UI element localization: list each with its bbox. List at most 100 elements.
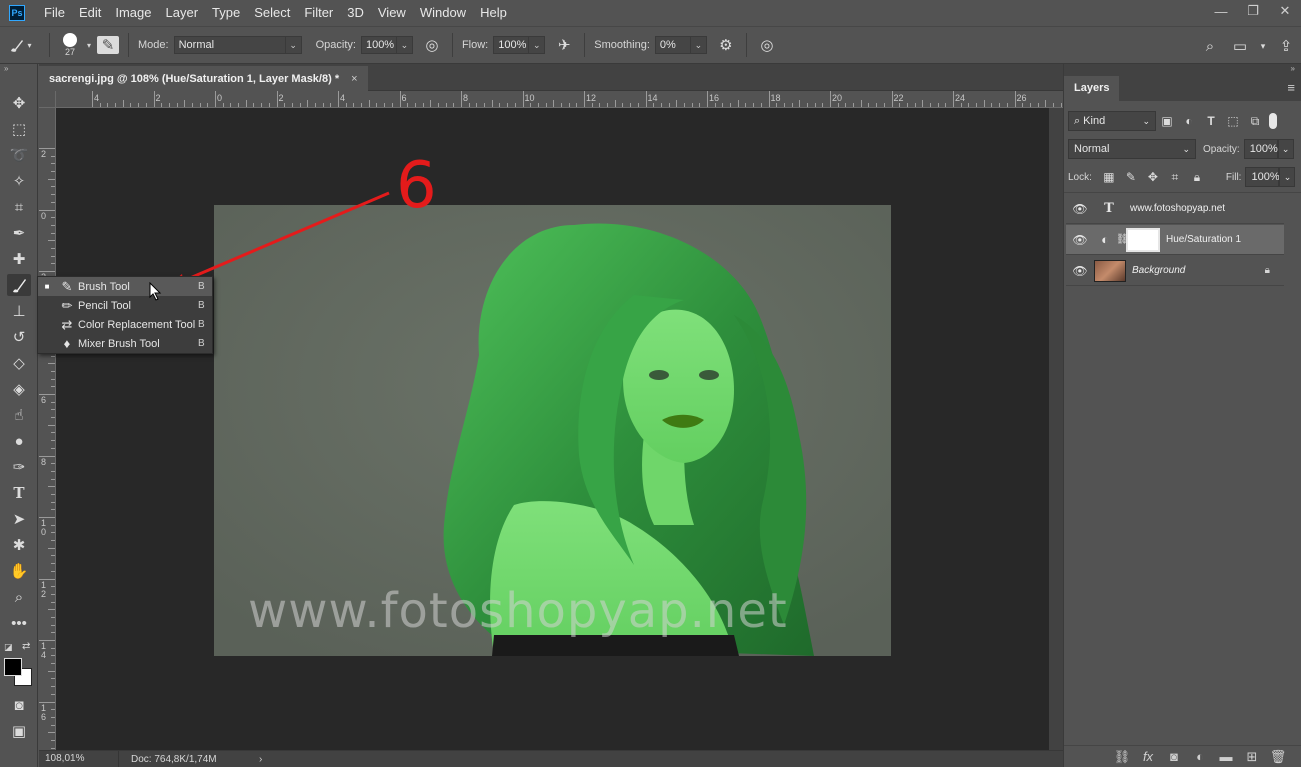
mask-link-icon[interactable]: ⛓: [1116, 234, 1129, 245]
lock-artboard-icon[interactable]: ⌗: [1164, 170, 1186, 185]
flyout-brush-tool[interactable]: ■ ✎ Brush Tool B: [38, 277, 212, 296]
pressure-size-icon[interactable]: ◎: [756, 36, 778, 54]
brush-preset-icon[interactable]: ▾: [0, 37, 40, 53]
layer-row-text[interactable]: 👁︎ T www.fotoshopyap.net: [1066, 194, 1284, 224]
history-brush-tool-icon[interactable]: ↺: [7, 326, 31, 348]
opacity-dropdown-icon[interactable]: ⌄: [396, 36, 413, 54]
chevron-down-icon[interactable]: ▾: [87, 41, 91, 50]
smoothing-dropdown-icon[interactable]: ⌄: [690, 36, 707, 54]
kind-filter-select[interactable]: ⌕ Kind ⌄: [1068, 111, 1156, 131]
menu-filter[interactable]: Filter: [297, 0, 340, 26]
canvas-area[interactable]: www.fotoshopyap.net 6: [56, 108, 1063, 750]
new-adjustment-icon[interactable]: ◐: [1187, 749, 1213, 764]
close-button[interactable]: ✕: [1269, 0, 1301, 22]
blend-mode-select[interactable]: Normal ⌄: [1068, 139, 1196, 159]
workspace-chevron-icon[interactable]: ▾: [1255, 41, 1271, 52]
layer-mask-thumbnail[interactable]: [1126, 227, 1160, 252]
more-tools-icon[interactable]: •••: [7, 612, 31, 634]
close-tab-icon[interactable]: ×: [351, 73, 357, 85]
filter-toggle[interactable]: [1269, 113, 1277, 129]
add-mask-icon[interactable]: ◙: [1161, 749, 1187, 764]
healing-brush-tool-icon[interactable]: ✚: [7, 248, 31, 270]
flyout-color-replacement-tool[interactable]: ⇄ Color Replacement Tool B: [38, 315, 212, 334]
foreground-color-swatch[interactable]: [4, 658, 22, 676]
paint-bucket-tool-icon[interactable]: ◈: [7, 378, 31, 400]
delete-layer-icon[interactable]: 🗑︎: [1265, 749, 1291, 765]
screen-mode-icon[interactable]: ▣: [7, 720, 31, 742]
flyout-mixer-brush-tool[interactable]: ♦ Mixer Brush Tool B: [38, 334, 212, 353]
mode-select[interactable]: Normal: [173, 36, 286, 54]
filter-adjustment-icon[interactable]: ◐: [1178, 114, 1200, 128]
flow-input[interactable]: 100%: [493, 36, 530, 54]
vertical-scrollbar[interactable]: [1049, 108, 1063, 750]
visibility-eye-icon[interactable]: 👁︎: [1066, 264, 1094, 278]
brush-tool-icon[interactable]: [7, 274, 31, 296]
new-layer-icon[interactable]: ⊞: [1239, 749, 1265, 765]
swap-colors-icon[interactable]: ⇄: [22, 641, 30, 652]
filter-pixel-icon[interactable]: ▣: [1156, 114, 1178, 128]
lock-transparent-icon[interactable]: ▦: [1098, 170, 1120, 184]
filter-smart-object-icon[interactable]: ⧉: [1244, 114, 1266, 129]
dodge-tool-icon[interactable]: ●: [7, 430, 31, 452]
zoom-tool-icon[interactable]: ⌕: [7, 586, 31, 608]
opacity-slider-icon[interactable]: ⌄: [1277, 139, 1294, 159]
menu-layer[interactable]: Layer: [159, 0, 206, 26]
visibility-eye-icon[interactable]: 👁︎: [1066, 233, 1094, 247]
brush-settings-icon[interactable]: ✎: [97, 36, 120, 54]
eraser-tool-icon[interactable]: ◇: [7, 352, 31, 374]
fill-input[interactable]: 100%: [1245, 167, 1280, 187]
menu-edit[interactable]: Edit: [72, 0, 108, 26]
zoom-level[interactable]: 108,01%: [39, 750, 119, 767]
brush-size-picker[interactable]: 27: [59, 33, 81, 57]
ruler-origin[interactable]: [39, 91, 56, 108]
layer-row-background[interactable]: 👁︎ Background 🔒︎: [1066, 256, 1284, 286]
quick-mask-icon[interactable]: ◙: [7, 694, 31, 716]
panel-menu-icon[interactable]: ≡: [1287, 80, 1295, 95]
lasso-tool-icon[interactable]: ➰: [7, 144, 31, 166]
smudge-tool-icon[interactable]: ☝: [7, 404, 31, 426]
link-layers-icon[interactable]: ⛓: [1109, 749, 1135, 765]
opacity-input[interactable]: 100%: [360, 36, 397, 54]
lock-image-icon[interactable]: ✎: [1120, 170, 1142, 184]
restore-button[interactable]: ❐: [1237, 0, 1269, 22]
collapse-panels-icon[interactable]: »: [1291, 64, 1295, 73]
hand-tool-icon[interactable]: ✋: [7, 560, 31, 582]
status-menu-icon[interactable]: ›: [259, 754, 262, 765]
fill-slider-icon[interactable]: ⌄: [1279, 167, 1296, 187]
new-group-icon[interactable]: ▬: [1213, 749, 1239, 764]
menu-image[interactable]: Image: [108, 0, 158, 26]
path-selection-tool-icon[interactable]: ➤: [7, 508, 31, 530]
filter-type-icon[interactable]: T: [1200, 114, 1222, 128]
workspace-icon[interactable]: ▭: [1225, 37, 1255, 55]
pen-tool-icon[interactable]: ✑: [7, 456, 31, 478]
smoothing-input[interactable]: 0%: [654, 36, 691, 54]
gear-icon[interactable]: ⚙: [715, 36, 737, 54]
lock-all-icon[interactable]: 🔒︎: [1186, 170, 1208, 185]
visibility-eye-icon[interactable]: 👁︎: [1066, 202, 1094, 216]
move-tool-icon[interactable]: ✥: [7, 92, 31, 114]
default-colors-icon[interactable]: ◪: [4, 642, 14, 652]
crop-tool-icon[interactable]: ⌗: [7, 196, 31, 218]
layer-style-fx-icon[interactable]: fx: [1135, 749, 1161, 764]
eyedropper-tool-icon[interactable]: ✒: [7, 222, 31, 244]
custom-shape-tool-icon[interactable]: ✱: [7, 534, 31, 556]
menu-help[interactable]: Help: [473, 0, 514, 26]
layer-opacity-input[interactable]: 100%: [1243, 139, 1278, 159]
menu-type[interactable]: Type: [205, 0, 247, 26]
menu-3d[interactable]: 3D: [340, 0, 371, 26]
stamp-tool-icon[interactable]: ⊥: [7, 300, 31, 322]
filter-shape-icon[interactable]: ⬚: [1222, 114, 1244, 128]
layers-tab[interactable]: Layers: [1064, 76, 1120, 101]
mode-dropdown-icon[interactable]: ⌄: [285, 36, 302, 54]
layer-row-hue-saturation[interactable]: 👁︎ ◐ ⛓ Hue/Saturation 1: [1066, 225, 1284, 255]
collapse-icon[interactable]: »: [4, 64, 8, 73]
menu-file[interactable]: File: [37, 0, 72, 26]
document-tab[interactable]: sacrengi.jpg @ 108% (Hue/Saturation 1, L…: [39, 66, 368, 91]
search-icon[interactable]: ⌕: [1195, 38, 1225, 55]
lock-position-icon[interactable]: ✥: [1142, 170, 1164, 184]
flow-dropdown-icon[interactable]: ⌄: [529, 36, 546, 54]
magic-wand-tool-icon[interactable]: ✧: [7, 170, 31, 192]
type-tool-icon[interactable]: T: [7, 482, 31, 504]
menu-window[interactable]: Window: [413, 0, 473, 26]
marquee-tool-icon[interactable]: ⬚: [7, 118, 31, 140]
